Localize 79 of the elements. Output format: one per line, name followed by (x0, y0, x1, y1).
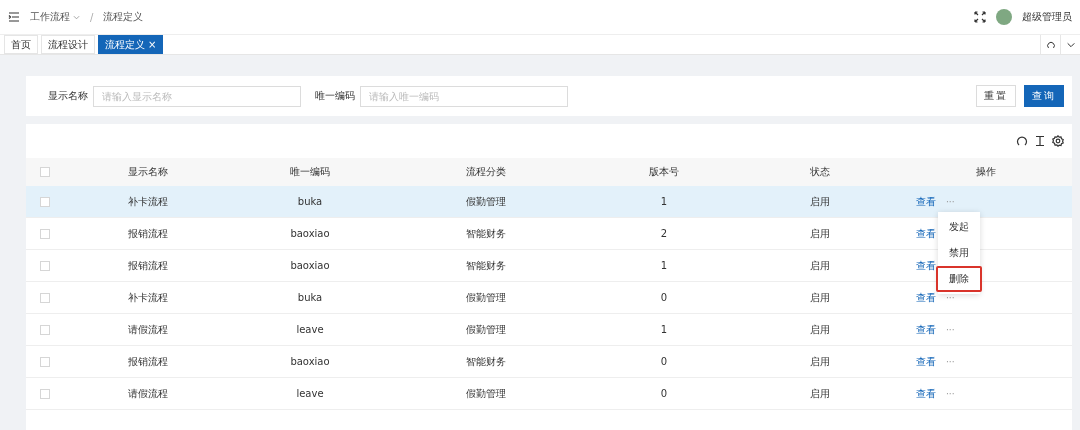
table-cell-text: 补卡流程 (127, 194, 169, 209)
table-cell-text: 智能财务 (465, 354, 507, 369)
table-cell-text: 启用 (809, 290, 831, 305)
table-cell-text: 0 (659, 388, 669, 399)
view-link[interactable]: 查看 (916, 290, 936, 305)
table-cell-text: 启用 (809, 194, 831, 209)
view-link[interactable]: 查看 (916, 386, 936, 401)
table-cell-text: 假勤管理 (465, 290, 507, 305)
table-cell-text: 请假流程 (127, 322, 169, 337)
refresh-icon[interactable] (1016, 135, 1028, 147)
table-cell-text: 0 (659, 356, 669, 367)
table-cell-text: 启用 (809, 226, 831, 241)
table-cell-text: 报销流程 (127, 226, 169, 241)
view-link[interactable]: 查看 (916, 226, 936, 241)
row-checkbox[interactable] (40, 292, 50, 303)
row-checkbox[interactable] (40, 356, 50, 367)
view-link[interactable]: 查看 (916, 354, 936, 369)
menu-item[interactable]: 发起 (936, 214, 982, 240)
table-cell-text: baoxiao (289, 356, 331, 367)
breadcrumb-item[interactable]: 工作流程 (30, 10, 80, 24)
field-label: 显示名称 (47, 89, 88, 103)
user-name[interactable]: 超级管理员 (1022, 10, 1072, 24)
view-link[interactable]: 查看 (916, 194, 936, 209)
column-height-icon[interactable] (1034, 135, 1046, 147)
table-cell-text: 0 (659, 292, 669, 303)
row-checkbox[interactable] (40, 388, 50, 399)
breadcrumb-item[interactable]: 流程定义 (103, 10, 144, 24)
table-cell-text: buka (296, 292, 324, 303)
table-cell-text: 2 (659, 228, 669, 239)
table-cell-text: 启用 (809, 354, 831, 369)
column-header: 操作 (975, 165, 997, 179)
table-cell-text: baoxiao (289, 228, 331, 239)
menu-item[interactable]: 删除 (936, 266, 982, 292)
column-header: 状态 (809, 165, 831, 179)
row-checkbox[interactable] (40, 196, 50, 207)
table-cell-text: 假勤管理 (465, 322, 507, 337)
menu-item[interactable]: 禁用 (936, 240, 982, 266)
table-cell-text: 报销流程 (127, 354, 169, 369)
page-tab[interactable]: 流程定义 × (98, 35, 164, 54)
table-cell-text: 假勤管理 (465, 194, 507, 209)
select-all-checkbox[interactable] (40, 167, 50, 177)
table-cell-text: 智能财务 (465, 258, 507, 273)
refresh-icon[interactable] (1045, 39, 1056, 50)
table-cell-text: 启用 (809, 386, 831, 401)
view-link[interactable]: 查看 (916, 322, 936, 337)
breadcrumb-separator: / (90, 11, 94, 23)
search-input[interactable]: 请输入显示名称 (93, 85, 301, 107)
row-checkbox[interactable] (40, 260, 50, 271)
table-cell-text: baoxiao (289, 260, 331, 271)
field-label: 唯一编码 (314, 89, 355, 103)
table-cell-text: 1 (659, 324, 669, 335)
table-cell-text: buka (296, 196, 324, 207)
table-cell-text: 1 (659, 260, 669, 271)
column-header: 显示名称 (127, 165, 169, 179)
table-cell-text: 1 (659, 196, 669, 207)
view-link[interactable]: 查看 (916, 258, 936, 273)
search-button[interactable]: 查询 (1024, 85, 1064, 107)
chevron-down-icon (73, 13, 80, 21)
table-cell-text: 智能财务 (465, 226, 507, 241)
settings-icon[interactable] (1052, 135, 1064, 147)
user-avatar[interactable] (996, 9, 1012, 25)
table-cell-text: 报销流程 (127, 258, 169, 273)
table-cell-text: 请假流程 (127, 386, 169, 401)
column-header: 流程分类 (465, 165, 507, 179)
column-header: 唯一编码 (289, 165, 331, 179)
column-header: 版本号 (648, 165, 680, 179)
table-cell-text: 假勤管理 (465, 386, 507, 401)
table-cell-text: 启用 (809, 322, 831, 337)
row-checkbox[interactable] (40, 228, 50, 239)
table-cell-text: 补卡流程 (127, 290, 169, 305)
page-tab[interactable]: 流程设计 (41, 35, 95, 54)
fullscreen-icon[interactable] (974, 11, 986, 23)
table-cell-text: 启用 (809, 258, 831, 273)
menu-icon[interactable] (8, 11, 20, 23)
reset-button[interactable]: 重置 (976, 85, 1016, 107)
table-cell-text: leave (295, 324, 325, 335)
page-tab[interactable]: 首页 (4, 35, 38, 54)
row-checkbox[interactable] (40, 324, 50, 335)
table-cell-text: leave (295, 388, 325, 399)
